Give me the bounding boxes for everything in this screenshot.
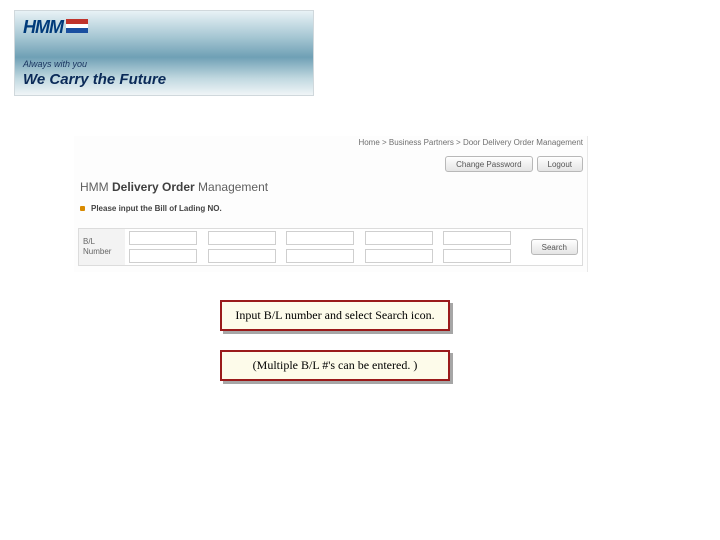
search-button[interactable]: Search <box>531 239 578 255</box>
tagline-small: Always with you <box>23 59 87 69</box>
bl-number-label: B/L Number <box>79 229 125 265</box>
table-row: B/L Number Search <box>79 229 582 247</box>
tagline-big: We Carry the Future <box>23 71 166 88</box>
bl-input-3[interactable] <box>286 231 354 245</box>
bl-input-6[interactable] <box>129 249 197 263</box>
bullet-icon <box>80 206 85 211</box>
callout-text-2: (Multiple B/L #'s can be entered. ) <box>253 358 418 372</box>
instruction-text: Please input the Bill of Lading NO. <box>91 204 222 213</box>
bl-input-2[interactable] <box>208 231 276 245</box>
brand-name: HMM <box>23 17 63 38</box>
bl-input-table: B/L Number Search <box>78 228 583 266</box>
bl-input-7[interactable] <box>208 249 276 263</box>
callout-box-2: (Multiple B/L #'s can be entered. ) <box>220 350 450 381</box>
breadcrumb-current: Door Delivery Order Management <box>463 138 583 147</box>
change-password-button[interactable]: Change Password <box>445 156 532 172</box>
bl-input-1[interactable] <box>129 231 197 245</box>
page-title: HMM Delivery Order Management <box>80 180 268 194</box>
brand-banner: HMM Always with you We Carry the Future <box>14 10 314 96</box>
bl-input-10[interactable] <box>443 249 511 263</box>
header-button-row: Change Password Logout <box>445 156 583 172</box>
callout-text-1: Input B/L number and select Search icon. <box>235 308 434 322</box>
flag-icon <box>66 19 88 36</box>
bl-input-9[interactable] <box>365 249 433 263</box>
callout-box-1: Input B/L number and select Search icon. <box>220 300 450 331</box>
table-row <box>79 247 582 265</box>
breadcrumb-business-partners[interactable]: Business Partners <box>389 138 454 147</box>
bl-input-5[interactable] <box>443 231 511 245</box>
instruction-line: Please input the Bill of Lading NO. <box>80 204 222 213</box>
breadcrumb-home[interactable]: Home <box>358 138 379 147</box>
app-screenshot: Home > Business Partners > Door Delivery… <box>74 136 588 272</box>
breadcrumb: Home > Business Partners > Door Delivery… <box>358 138 583 147</box>
logout-button[interactable]: Logout <box>537 156 583 172</box>
bl-input-4[interactable] <box>365 231 433 245</box>
bl-input-8[interactable] <box>286 249 354 263</box>
brand-logo: HMM <box>23 17 88 38</box>
